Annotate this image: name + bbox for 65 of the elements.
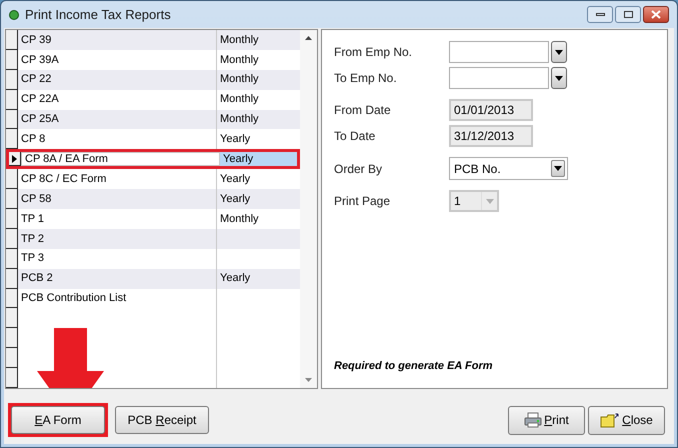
dropdown-button[interactable] xyxy=(551,67,567,89)
row-selector[interactable] xyxy=(6,90,18,110)
scroll-up-icon[interactable] xyxy=(305,36,312,40)
period-cell[interactable]: Monthly xyxy=(217,50,300,70)
report-name-cell[interactable]: CP 8A / EA Form xyxy=(21,152,220,166)
note-text: Required to generate EA Form xyxy=(334,358,494,374)
maximize-button[interactable] xyxy=(615,6,641,23)
printer-icon xyxy=(524,412,542,428)
caret-icon xyxy=(486,198,494,204)
row-selector[interactable] xyxy=(6,30,18,50)
status-dot-icon xyxy=(9,10,19,20)
field-label: From Emp No. xyxy=(334,44,414,61)
input-field[interactable] xyxy=(449,67,549,89)
row-selector[interactable] xyxy=(6,288,18,308)
caret-icon xyxy=(554,166,562,171)
row-selector[interactable] xyxy=(6,169,18,190)
row-selector[interactable] xyxy=(6,368,18,388)
row-selector[interactable] xyxy=(6,248,18,269)
report-button[interactable]: EA Form xyxy=(11,406,105,434)
close-icon xyxy=(651,10,661,19)
period-cell[interactable]: Monthly xyxy=(217,90,300,110)
dropdown-button[interactable] xyxy=(551,41,567,63)
close-button[interactable] xyxy=(643,6,669,23)
input-field[interactable] xyxy=(449,41,549,63)
period-cell[interactable]: Yearly xyxy=(217,169,300,190)
period-cell[interactable]: Yearly xyxy=(220,152,297,166)
field-label: From Date xyxy=(334,102,392,119)
report-button[interactable]: PCB Receipt xyxy=(115,406,209,434)
caret-icon xyxy=(555,76,563,80)
row-selector[interactable] xyxy=(6,70,18,90)
field-label: To Date xyxy=(334,128,376,145)
window-title: Print Income Tax Reports xyxy=(25,6,171,24)
row-selector[interactable] xyxy=(9,152,21,166)
field-label: Order By xyxy=(334,160,384,178)
row-selector[interactable] xyxy=(6,308,18,328)
print-button[interactable]: Print xyxy=(508,406,585,434)
row-selector[interactable] xyxy=(6,348,18,368)
period-cell[interactable]: Monthly xyxy=(217,209,300,229)
current-row-icon xyxy=(12,154,17,163)
row-selector[interactable] xyxy=(6,129,18,150)
period-cell[interactable]: Monthly xyxy=(217,30,300,50)
close-dialog-button[interactable]: Close xyxy=(588,406,665,434)
row-selector[interactable] xyxy=(6,50,18,70)
date-field[interactable]: 31/12/2013 xyxy=(449,125,533,147)
date-field[interactable]: 01/01/2013 xyxy=(449,99,533,121)
period-cell[interactable]: Yearly xyxy=(217,268,300,288)
period-cell[interactable]: Monthly xyxy=(217,70,300,90)
report-name-cell[interactable]: PCB Contribution List xyxy=(18,288,217,308)
period-cell[interactable]: Monthly xyxy=(217,110,300,130)
row-selector[interactable] xyxy=(6,110,18,130)
field-label: To Emp No. xyxy=(334,70,398,87)
period-cell[interactable]: Yearly xyxy=(217,129,300,150)
scroll-down-icon[interactable] xyxy=(305,378,312,382)
order-by-dropdown[interactable]: PCB No. xyxy=(449,157,568,180)
scrollbar[interactable] xyxy=(300,30,317,388)
field-label: Print Page xyxy=(334,193,392,210)
caret-icon xyxy=(555,50,563,54)
row-selector[interactable] xyxy=(6,209,18,229)
row-selector[interactable] xyxy=(6,268,18,288)
folder-exit-icon xyxy=(600,412,620,428)
minimize-button[interactable] xyxy=(587,6,613,23)
row-selector[interactable] xyxy=(6,189,18,209)
row-selector[interactable] xyxy=(6,228,18,249)
row-selector[interactable] xyxy=(6,328,18,348)
period-cell[interactable]: Yearly xyxy=(217,189,300,209)
